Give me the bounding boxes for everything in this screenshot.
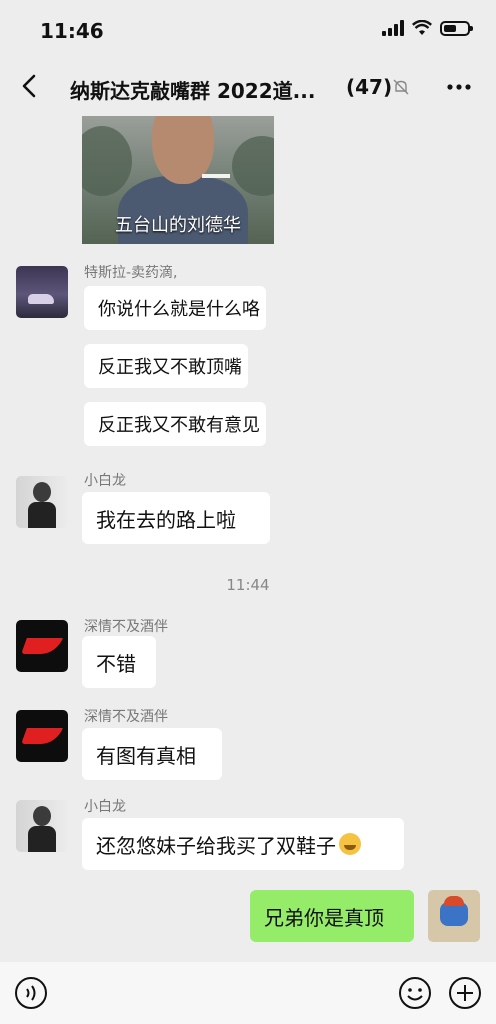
sender-name: 特斯拉-卖药滴, (84, 265, 178, 281)
my-message-bubble[interactable]: 兄弟你是真顶 (250, 890, 414, 942)
chat-header: 纳斯达克敲嘴群 2022道... (47) (0, 60, 496, 116)
emoji-icon[interactable] (398, 976, 432, 1010)
sender-name: 深情不及酒伴 (84, 619, 168, 635)
sender-name: 小白龙 (84, 799, 126, 815)
image-message[interactable]: 五台山的刘德华 (82, 116, 274, 244)
back-arrow-icon[interactable] (14, 70, 46, 102)
more-options-icon[interactable] (446, 76, 472, 98)
message-bubble[interactable]: 有图有真相 (82, 728, 222, 780)
timestamp: 11:44 (226, 576, 270, 594)
input-bar (0, 962, 496, 1024)
message-bubble[interactable]: 反正我又不敢有意见 (84, 402, 266, 446)
avatar[interactable] (16, 266, 68, 318)
avatar[interactable] (16, 800, 68, 852)
message-bubble[interactable]: 还忽悠妹子给我买了双鞋子 (82, 818, 404, 870)
battery-icon (440, 20, 473, 36)
message-bubble[interactable]: 你说什么就是什么咯 (84, 286, 266, 330)
avatar[interactable] (16, 476, 68, 528)
message-bubble[interactable]: 不错 (82, 636, 156, 688)
voice-input-icon[interactable] (14, 976, 48, 1010)
message-bubble[interactable]: 我在去的路上啦 (82, 492, 270, 544)
sender-name: 小白龙 (84, 473, 126, 489)
mute-bell-icon (393, 79, 409, 95)
wifi-icon (412, 20, 432, 35)
avatar[interactable] (16, 710, 68, 762)
message-input[interactable] (62, 974, 382, 1014)
image-caption: 五台山的刘德华 (115, 215, 241, 236)
message-text: 还忽悠妹子给我买了双鞋子 (96, 833, 336, 858)
avatar[interactable] (16, 620, 68, 672)
status-time: 11:46 (40, 19, 104, 43)
my-avatar[interactable] (428, 890, 480, 942)
sender-name: 深情不及酒伴 (84, 709, 168, 725)
laugh-cry-icon (339, 833, 361, 855)
message-bubble[interactable]: 反正我又不敢顶嘴 (84, 344, 248, 388)
member-count: (47) (346, 75, 393, 99)
status-bar: 11:46 (0, 0, 496, 60)
chat-title: 纳斯达克敲嘴群 2022道... (70, 79, 316, 103)
add-icon[interactable] (448, 976, 482, 1010)
cellular-signal-icon (382, 20, 404, 36)
